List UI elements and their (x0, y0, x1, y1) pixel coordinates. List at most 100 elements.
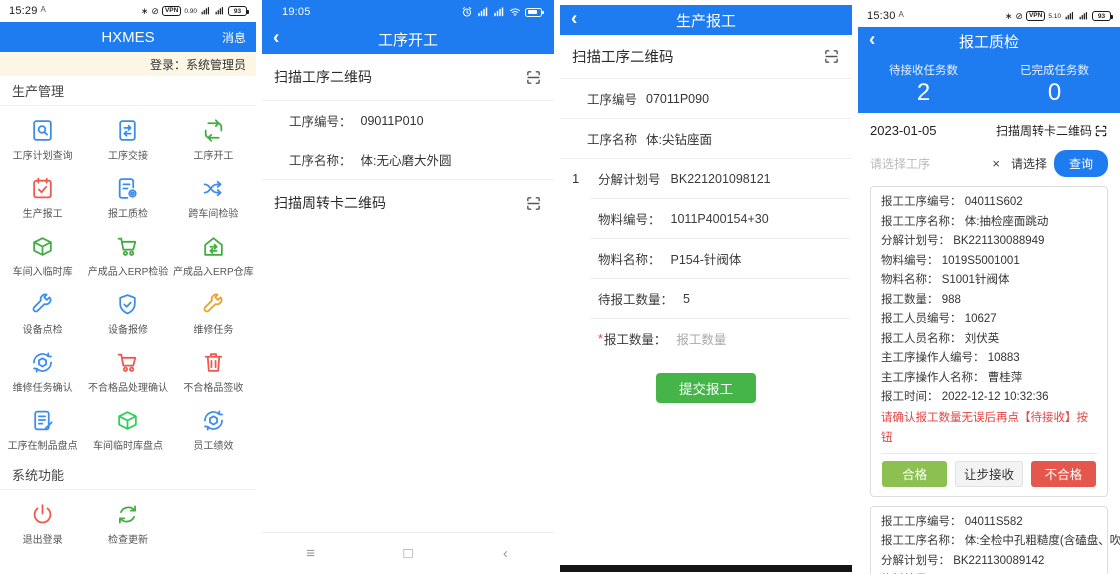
back-button[interactable]: ‹ (869, 31, 875, 50)
pending-tasks-stat: 待接收任务数 2 (858, 55, 989, 113)
card-field-value: 10883 (985, 352, 1020, 364)
submit-report-button[interactable]: 提交报工 (656, 373, 756, 403)
card-field-value: 曹桂萍 (985, 372, 1023, 384)
app-grid-item[interactable]: 车间入临时库 (0, 226, 85, 284)
network-speed: 5.10 (1048, 13, 1061, 20)
app-grid-item[interactable]: 工序开工 (171, 110, 256, 168)
clipboard-edit-icon (30, 408, 55, 433)
app-grid-item[interactable]: 产成品入ERP仓库 (171, 226, 256, 284)
signal-icon (1078, 11, 1089, 21)
alarm-icon (461, 6, 473, 18)
field-value: 09011P010 (361, 114, 424, 128)
card-field-row: 物料名称： S1001针阀体 (881, 271, 1097, 291)
app-grid-item-label: 工序开工 (193, 147, 233, 162)
scan-process-label: 扫描工序二维码 (572, 46, 674, 67)
app-grid: 工序计划查询工序交接工序开工生产报工报工质检跨车间检验车间入临时库产成品入ERP… (0, 106, 256, 460)
page-title: 工序开工 (378, 29, 438, 50)
app-grid-item[interactable]: 退出登录 (0, 494, 85, 552)
app-grid-item[interactable]: 车间临时库盘点 (85, 400, 170, 458)
android-nav-bar: ≡ □ ‹ (262, 532, 554, 574)
fail-button[interactable]: 不合格 (1031, 461, 1096, 487)
card-field-value: 2022-12-12 10:32:36 (939, 391, 1049, 403)
box-sync-icon (201, 408, 226, 433)
dnd-icon: ⊘ (151, 6, 159, 16)
app-grid-item-label: 员工绩效 (193, 437, 233, 452)
scan-process-row[interactable]: 扫描工序二维码 (560, 35, 852, 79)
signal-icon (493, 6, 505, 18)
app-grid-item[interactable]: 工序交接 (85, 110, 170, 168)
dnd-icon: ⊘ (1015, 11, 1023, 21)
field-label: 工序编号： (289, 111, 352, 130)
process-filter-input[interactable]: 请选择工序 (870, 155, 985, 172)
battery-icon: 93 (228, 6, 247, 16)
detail-value: 5 (683, 292, 690, 306)
query-button[interactable]: 查询 (1054, 150, 1108, 177)
scan-qr-icon[interactable] (1094, 124, 1108, 138)
concession-button[interactable]: 让步接收 (955, 461, 1022, 487)
app-grid-item[interactable]: 工序计划查询 (0, 110, 85, 168)
date-picker[interactable]: 2023-01-05 (870, 123, 937, 138)
app-grid-item-label: 工序交接 (108, 147, 148, 162)
app-grid-item[interactable]: 维修任务 (171, 284, 256, 342)
process-select[interactable]: 请选择 (1011, 155, 1047, 172)
app-grid-item[interactable]: 生产报工 (0, 168, 85, 226)
signal-icon (200, 6, 211, 16)
app-grid-item-label: 维修任务 (193, 321, 233, 336)
app-grid-item[interactable]: 工序在制品盘点 (0, 400, 85, 458)
app-grid-item[interactable]: 维修任务确认 (0, 342, 85, 400)
scan-qr-icon[interactable] (525, 69, 542, 86)
app-grid-item[interactable]: 检查更新 (85, 494, 170, 552)
card-field-value: 1019S5001001 (939, 255, 1020, 267)
nav-menu-button[interactable]: ≡ (262, 545, 359, 562)
app-grid-item-label: 工序计划查询 (13, 147, 73, 162)
app-grid-item[interactable]: 产成品入ERP检验 (85, 226, 170, 284)
app-grid-item[interactable]: 报工质检 (85, 168, 170, 226)
field-row: 工序编号： 09011P010 (262, 101, 554, 140)
scan-process-row[interactable]: 扫描工序二维码 (262, 54, 554, 101)
scan-card-row[interactable]: 扫描周转卡二维码 (996, 122, 1108, 139)
nav-back-button[interactable]: ‹ (457, 545, 554, 562)
scan-qr-icon[interactable] (823, 48, 840, 65)
card-field-row: 物料编号： 1019S5001001 (881, 252, 1097, 272)
app-grid-item-label: 报工质检 (108, 205, 148, 220)
scan-card-row[interactable]: 扫描周转卡二维码 (262, 179, 554, 226)
app-grid-item[interactable]: 不合格品签收 (171, 342, 256, 400)
card-field-value: 04011S602 (962, 196, 1023, 208)
card-field-label: 物料编号： (881, 255, 939, 267)
doc-seal-icon (115, 176, 140, 201)
status-time: 15:29 (9, 5, 38, 17)
app-grid-item-label: 跨车间检验 (188, 205, 238, 220)
detail-label: 物料编号： (598, 209, 661, 228)
app-grid-item-label: 车间临时库盘点 (93, 437, 163, 452)
app-grid-item[interactable]: 不合格品处理确认 (85, 342, 170, 400)
qty-input-row: * 报工数量： 报工数量 (590, 319, 850, 358)
nav-home-button[interactable]: □ (359, 545, 456, 562)
scan-qr-icon[interactable] (525, 195, 542, 212)
messages-link[interactable]: 消息 (222, 29, 246, 46)
clear-filter-icon[interactable]: × (992, 156, 1000, 171)
status-time: 19:05 (282, 6, 311, 18)
app-grid-item[interactable]: 设备报修 (85, 284, 170, 342)
card-field-row: 报工工序名称： 体:抽检座面跳动 (881, 213, 1097, 233)
app-grid-item-label: 退出登录 (23, 531, 63, 546)
power-icon (30, 502, 55, 527)
signal-icon (214, 6, 225, 16)
pass-button[interactable]: 合格 (882, 461, 947, 487)
qty-input[interactable]: 报工数量 (676, 329, 726, 348)
app-grid-item[interactable]: 跨车间检验 (171, 168, 256, 226)
calendar-check-icon (30, 176, 55, 201)
detail-value: P154-针阀体 (671, 249, 742, 268)
back-button[interactable]: ‹ (571, 10, 577, 29)
app-grid-item[interactable]: 员工绩效 (171, 400, 256, 458)
card-field-row: 主工序操作人编号： 10883 (881, 349, 1097, 369)
detail-row: 待报工数量： 5 (590, 279, 850, 319)
section-title: 生产管理 (0, 76, 256, 106)
back-button[interactable]: ‹ (273, 29, 279, 48)
page-header: ‹ 工序开工 (262, 24, 554, 54)
page-title: 报工质检 (959, 31, 1019, 52)
app-grid-item[interactable]: 设备点检 (0, 284, 85, 342)
screen-process-start: 19:05 ‹ 工序开工 扫描工序二维码 工序编号： 09011P010 工序名… (262, 0, 554, 574)
wrench-icon (201, 292, 226, 317)
app-grid-item-label: 维修任务确认 (13, 379, 73, 394)
app-grid-item-label: 设备点检 (23, 321, 63, 336)
